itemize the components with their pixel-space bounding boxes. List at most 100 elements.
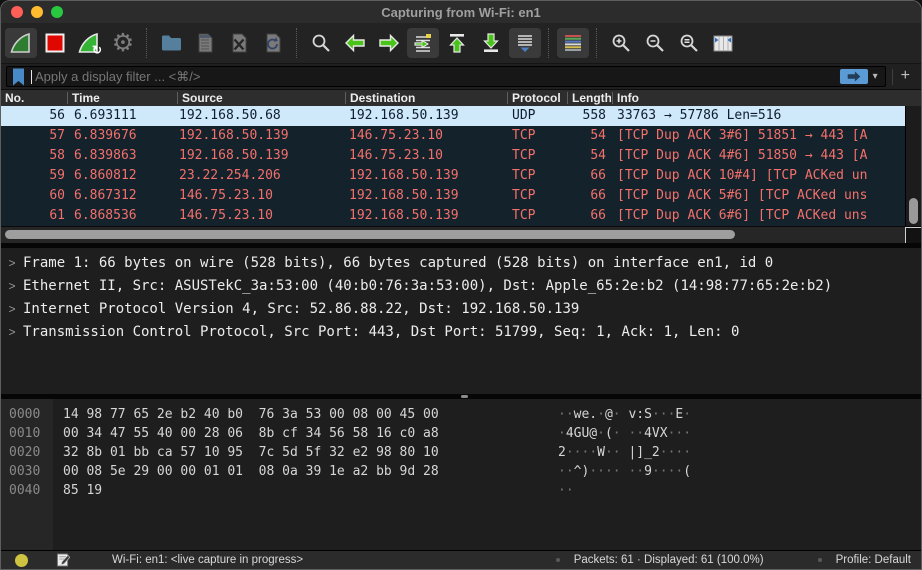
cell-destination: 192.168.50.139	[349, 168, 459, 183]
column-header-protocol[interactable]: Protocol	[512, 90, 561, 106]
hex-row[interactable]: 0000 14 98 77 65 2e b2 40 b0 76 3a 53 00…	[1, 405, 921, 424]
vertical-scrollbar-thumb[interactable]	[909, 198, 918, 224]
vertical-scrollbar[interactable]	[905, 106, 921, 226]
packet-row[interactable]: 57 6.839676 192.168.50.139 146.75.23.10 …	[1, 126, 921, 146]
zoom-in-icon	[612, 34, 630, 52]
pane-splitter[interactable]	[1, 243, 921, 248]
zoom-in-button[interactable]	[605, 28, 637, 58]
stop-capture-button[interactable]	[39, 28, 71, 58]
last-packet-button[interactable]	[475, 28, 507, 58]
first-packet-button[interactable]	[441, 28, 473, 58]
colorize-packets-button[interactable]	[557, 28, 589, 58]
cell-length: 54	[590, 148, 606, 163]
expand-chevron-icon[interactable]: >	[1, 325, 23, 339]
cell-no: 59	[49, 168, 65, 183]
column-header-length[interactable]: Length	[572, 90, 611, 106]
hex-bytes: 85 19	[63, 483, 103, 498]
column-header-destination[interactable]: Destination	[350, 90, 415, 106]
packet-row[interactable]: 56 6.693111 192.168.50.68 192.168.50.139…	[1, 106, 921, 126]
expand-chevron-icon[interactable]: >	[1, 256, 23, 270]
hex-row[interactable]: 0040 85 19 ··	[1, 481, 921, 500]
hex-ascii: ·4GU@·(· ··4VX···	[558, 426, 692, 441]
hex-offset: 0000	[9, 407, 41, 422]
folder-icon	[161, 35, 181, 51]
packet-row[interactable]: 61 6.868536 146.75.23.10 192.168.50.139 …	[1, 206, 921, 226]
packet-list: No. Time Source Destination Protocol Len…	[1, 90, 921, 243]
expand-chevron-icon[interactable]: >	[1, 302, 23, 316]
column-divider[interactable]	[612, 92, 613, 104]
find-packet-button[interactable]	[305, 28, 337, 58]
packet-row[interactable]: 59 6.860812 23.22.254.206 192.168.50.139…	[1, 166, 921, 186]
hex-offset: 0040	[9, 483, 41, 498]
display-filter-input[interactable]: Apply a display filter ... <⌘/> ▾	[6, 66, 886, 87]
next-packet-button[interactable]	[373, 28, 405, 58]
save-file-icon	[198, 33, 213, 53]
scrollbar-corner	[905, 227, 921, 243]
column-header-no[interactable]: No.	[5, 90, 24, 106]
resize-columns-button[interactable]	[707, 28, 739, 58]
restart-capture-button[interactable]: ↻	[73, 28, 105, 58]
cell-length: 66	[590, 188, 606, 203]
packet-row[interactable]: 60 6.867312 146.75.23.10 192.168.50.139 …	[1, 186, 921, 206]
hex-row[interactable]: 0020 32 8b 01 bb ca 57 10 95 7c 5d 5f 32…	[1, 443, 921, 462]
horizontal-scrollbar-thumb[interactable]	[5, 230, 735, 239]
note-pencil-icon	[56, 553, 70, 567]
expert-info-icon[interactable]	[15, 553, 28, 567]
hex-offset: 0010	[9, 426, 41, 441]
packet-bytes-pane: 0000 14 98 77 65 2e b2 40 b0 76 3a 53 00…	[1, 399, 921, 550]
detail-line[interactable]: > Frame 1: 66 bytes on wire (528 bits), …	[1, 251, 921, 274]
column-header-info[interactable]: Info	[617, 90, 639, 106]
search-icon	[312, 34, 330, 52]
cell-time: 6.867312	[74, 188, 137, 203]
save-file-button[interactable]	[189, 28, 221, 58]
expand-chevron-icon[interactable]: >	[1, 279, 23, 293]
hex-row[interactable]: 0030 00 08 5e 29 00 00 01 01 08 0a 39 1e…	[1, 462, 921, 481]
detail-line[interactable]: > Ethernet II, Src: ASUSTekC_3a:53:00 (4…	[1, 274, 921, 297]
column-header-time[interactable]: Time	[72, 90, 100, 106]
zoom-out-button[interactable]	[639, 28, 671, 58]
column-divider[interactable]	[345, 92, 346, 104]
cell-time: 6.839863	[74, 148, 137, 163]
capture-comment-icon[interactable]	[56, 552, 70, 568]
arrow-up-bar-icon	[449, 34, 465, 53]
column-divider[interactable]	[177, 92, 178, 104]
stop-icon	[45, 33, 65, 53]
hex-row[interactable]: 0010 00 34 47 55 40 00 28 06 8b cf 34 56…	[1, 424, 921, 443]
filter-placeholder: Apply a display filter ... <⌘/>	[35, 68, 201, 84]
auto-scroll-icon	[518, 35, 532, 52]
detail-line[interactable]: > Transmission Control Protocol, Src Por…	[1, 320, 921, 343]
auto-scroll-button[interactable]	[509, 28, 541, 58]
cell-no: 60	[49, 188, 65, 203]
close-file-icon	[232, 33, 247, 53]
cell-source: 23.22.254.206	[179, 168, 281, 183]
profile-label[interactable]: Profile: Default	[836, 554, 911, 566]
column-divider[interactable]	[507, 92, 508, 104]
cell-destination: 192.168.50.139	[349, 208, 459, 223]
splitter-handle[interactable]	[461, 395, 468, 398]
capture-options-button[interactable]: ⚙	[107, 28, 139, 58]
hex-bytes: 00 08 5e 29 00 00 01 01 08 0a 39 1e a2 b…	[63, 464, 439, 479]
previous-packet-button[interactable]	[339, 28, 371, 58]
filter-bookmark-icon[interactable]	[10, 67, 27, 87]
open-file-button[interactable]	[155, 28, 187, 58]
hex-ascii: 2····W·· |]_2····	[558, 445, 692, 460]
apply-filter-button[interactable]	[838, 68, 869, 85]
column-divider[interactable]	[567, 92, 568, 104]
cell-info: 33763 → 57786 Len=516	[617, 108, 782, 123]
reload-icon	[266, 33, 281, 53]
add-filter-button[interactable]: +	[899, 67, 916, 86]
column-divider[interactable]	[67, 92, 68, 104]
detail-line[interactable]: > Internet Protocol Version 4, Src: 52.8…	[1, 297, 921, 320]
filter-dropdown-caret[interactable]: ▾	[873, 71, 878, 82]
cell-source: 192.168.50.139	[179, 128, 289, 143]
packet-row[interactable]: 58 6.839863 192.168.50.139 146.75.23.10 …	[1, 146, 921, 166]
close-file-button[interactable]	[223, 28, 255, 58]
horizontal-scrollbar[interactable]	[1, 226, 921, 243]
go-to-packet-button[interactable]	[407, 28, 439, 58]
zoom-reset-button[interactable]	[673, 28, 705, 58]
column-header-source[interactable]: Source	[182, 90, 223, 106]
cell-info: [TCP Dup ACK 10#4] [TCP ACKed un	[617, 168, 868, 183]
reload-file-button[interactable]	[257, 28, 289, 58]
start-capture-button[interactable]	[5, 28, 37, 58]
packet-rows: 56 6.693111 192.168.50.68 192.168.50.139…	[1, 106, 921, 226]
